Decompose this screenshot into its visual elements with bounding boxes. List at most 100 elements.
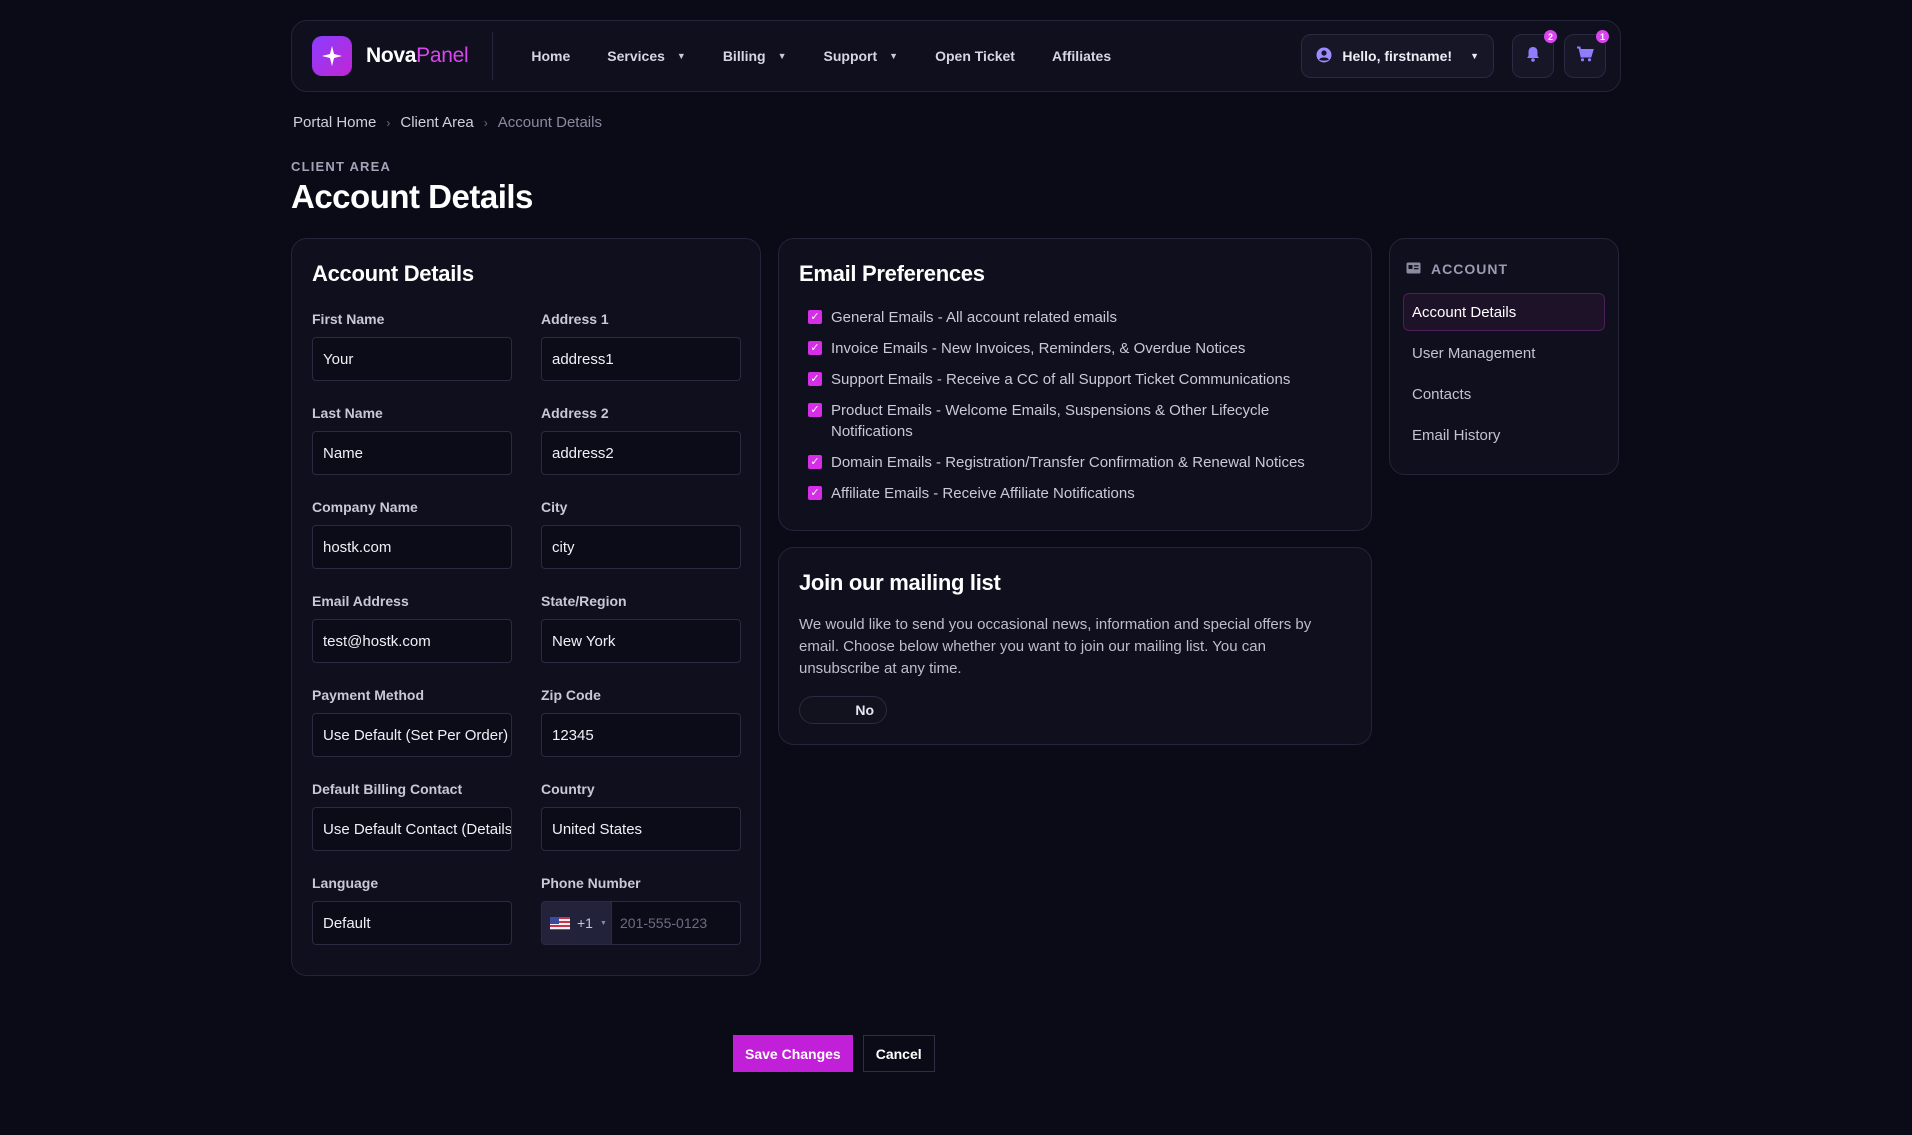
brand-name: NovaPanel (366, 44, 469, 67)
bell-icon (1526, 46, 1540, 67)
brand-logo[interactable]: NovaPanel (312, 32, 494, 80)
address2-input[interactable]: address2 (541, 431, 741, 475)
city-field: City city (541, 499, 741, 569)
nav-open-ticket[interactable]: Open Ticket (935, 48, 1015, 64)
top-navbar: NovaPanel Home Services ▼ Billing ▼ Suppor… (291, 20, 1621, 92)
sidebar-item-contacts[interactable]: Contacts (1403, 375, 1605, 413)
breadcrumb-client-area[interactable]: Client Area (400, 114, 473, 131)
state-select[interactable]: New York (541, 619, 741, 663)
email-field: Email Address test@hostk.com (312, 593, 512, 663)
address2-field: Address 2 address2 (541, 405, 741, 475)
chevron-down-icon: ▼ (599, 919, 607, 927)
country-code-select[interactable]: +1 ▼ (542, 902, 612, 944)
pref-general-emails[interactable]: ✓ General Emails - All account related em… (808, 307, 1351, 328)
country-label: Country (541, 781, 595, 797)
notifications-count-badge: 2 (1544, 30, 1557, 43)
nav-billing[interactable]: Billing ▼ (723, 48, 787, 64)
zip-input[interactable]: 12345 (541, 713, 741, 757)
sidebar-heading: ACCOUNT (1403, 261, 1605, 277)
page-title: Account Details (291, 178, 533, 215)
checkbox[interactable]: ✓ (808, 486, 822, 500)
pref-domain-emails[interactable]: ✓ Domain Emails - Registration/Transfer C… (808, 452, 1351, 473)
chevron-down-icon: ▼ (777, 51, 787, 61)
cancel-button[interactable]: Cancel (862, 1035, 935, 1072)
sidebar-menu: Account Details User Management Contacts… (1403, 293, 1605, 454)
pref-support-emails[interactable]: ✓ Support Emails - Receive a CC of all Su… (808, 369, 1351, 390)
cart-button[interactable]: 1 (1564, 30, 1609, 78)
billing-contact-label: Default Billing Contact (312, 781, 463, 797)
city-label: City (541, 499, 568, 515)
breadcrumb-portal-home[interactable]: Portal Home (293, 114, 376, 131)
chevron-down-icon: ▼ (1470, 51, 1479, 61)
email-preferences-list: ✓ General Emails - All account related em… (799, 307, 1351, 504)
account-details-title: Account Details (312, 261, 474, 286)
language-select[interactable]: Default (312, 901, 512, 945)
last-name-label: Last Name (312, 405, 383, 421)
payment-method-label: Payment Method (312, 687, 425, 703)
phone-number-input[interactable]: 201-555-0123 (612, 915, 707, 931)
main-nav: Home Services ▼ Billing ▼ Support ▼ Open Ti… (531, 48, 1111, 64)
account-details-card: Account Details First Name Your Address … (291, 238, 761, 976)
email-input[interactable]: test@hostk.com (312, 619, 512, 663)
nav-home[interactable]: Home (531, 48, 570, 64)
nav-affiliates[interactable]: Affiliates (1052, 48, 1111, 64)
nav-services[interactable]: Services ▼ (607, 48, 686, 64)
address1-label: Address 1 (541, 311, 609, 327)
zip-label: Zip Code (541, 687, 601, 703)
toggle-label: No (855, 702, 874, 718)
save-changes-button[interactable]: Save Changes (733, 1035, 853, 1072)
payment-method-select[interactable]: Use Default (Set Per Order) (312, 713, 512, 757)
address1-input[interactable]: address1 (541, 337, 741, 381)
address2-label: Address 2 (541, 405, 609, 421)
first-name-field: First Name Your (312, 311, 512, 381)
checkbox[interactable]: ✓ (808, 310, 822, 324)
page-wrapper: NovaPanel Home Services ▼ Billing ▼ Suppor… (291, 20, 1621, 976)
email-label: Email Address (312, 593, 409, 609)
id-card-icon (1406, 261, 1421, 277)
user-menu-button[interactable]: Hello, firstname! ▼ (1301, 34, 1494, 78)
last-name-input[interactable]: Name (312, 431, 512, 475)
country-code: +1 (577, 915, 593, 931)
email-preferences-card: Email Preferences ✓ General Emails - All … (778, 238, 1372, 531)
user-greeting: Hello, firstname! (1342, 48, 1453, 64)
chevron-down-icon: ▼ (889, 51, 899, 61)
billing-contact-field: Default Billing Contact Use Default Cont… (312, 781, 512, 851)
sidebar-item-user-management[interactable]: User Management (1403, 334, 1605, 372)
sidebar-item-email-history[interactable]: Email History (1403, 416, 1605, 454)
company-input[interactable]: hostk.com (312, 525, 512, 569)
city-input[interactable]: city (541, 525, 741, 569)
pref-affiliate-emails[interactable]: ✓ Affiliate Emails - Receive Affiliate No… (808, 483, 1351, 504)
mailing-list-description: We would like to send you occasional new… (799, 616, 1312, 677)
checkbox[interactable]: ✓ (808, 341, 822, 355)
billing-contact-select[interactable]: Use Default Contact (Details Above) (312, 807, 512, 851)
sidebar-item-account-details[interactable]: Account Details (1403, 293, 1605, 331)
nav-actions: Hello, firstname! ▼ 2 1 (1301, 30, 1609, 78)
state-label: State/Region (541, 593, 627, 609)
pref-invoice-emails[interactable]: ✓ Invoice Emails - New Invoices, Reminder… (808, 338, 1351, 359)
pref-product-emails[interactable]: ✓ Product Emails - Welcome Emails, Suspen… (808, 400, 1351, 442)
notifications-button[interactable]: 2 (1512, 30, 1557, 78)
sparkle-icon (312, 36, 352, 76)
checkbox[interactable]: ✓ (808, 403, 822, 417)
us-flag-icon (550, 916, 570, 930)
mailing-list-card: Join our mailing list We would like to s… (778, 547, 1372, 745)
checkbox[interactable]: ✓ (808, 455, 822, 469)
cart-count-badge: 1 (1596, 30, 1609, 43)
country-select[interactable]: United States (541, 807, 741, 851)
mailing-list-toggle[interactable]: No (799, 696, 887, 724)
checkbox[interactable]: ✓ (808, 372, 822, 386)
page-eyebrow: CLIENT AREA (291, 159, 392, 174)
address1-field: Address 1 address1 (541, 311, 741, 381)
payment-method-field: Payment Method Use Default (Set Per Orde… (312, 687, 512, 757)
last-name-field: Last Name Name (312, 405, 512, 475)
first-name-label: First Name (312, 311, 385, 327)
user-circle-icon (1316, 47, 1332, 66)
content-columns: Account Details First Name Your Address … (291, 238, 1621, 976)
chevron-right-icon: › (483, 115, 488, 130)
first-name-input[interactable]: Your (312, 337, 512, 381)
account-sidebar: ACCOUNT Account Details User Management … (1389, 238, 1619, 475)
phone-input-group: +1 ▼ 201-555-0123 (541, 901, 741, 945)
breadcrumb: Portal Home › Client Area › Account Deta… (291, 114, 1621, 131)
nav-support[interactable]: Support ▼ (824, 48, 899, 64)
language-field: Language Default (312, 875, 512, 945)
